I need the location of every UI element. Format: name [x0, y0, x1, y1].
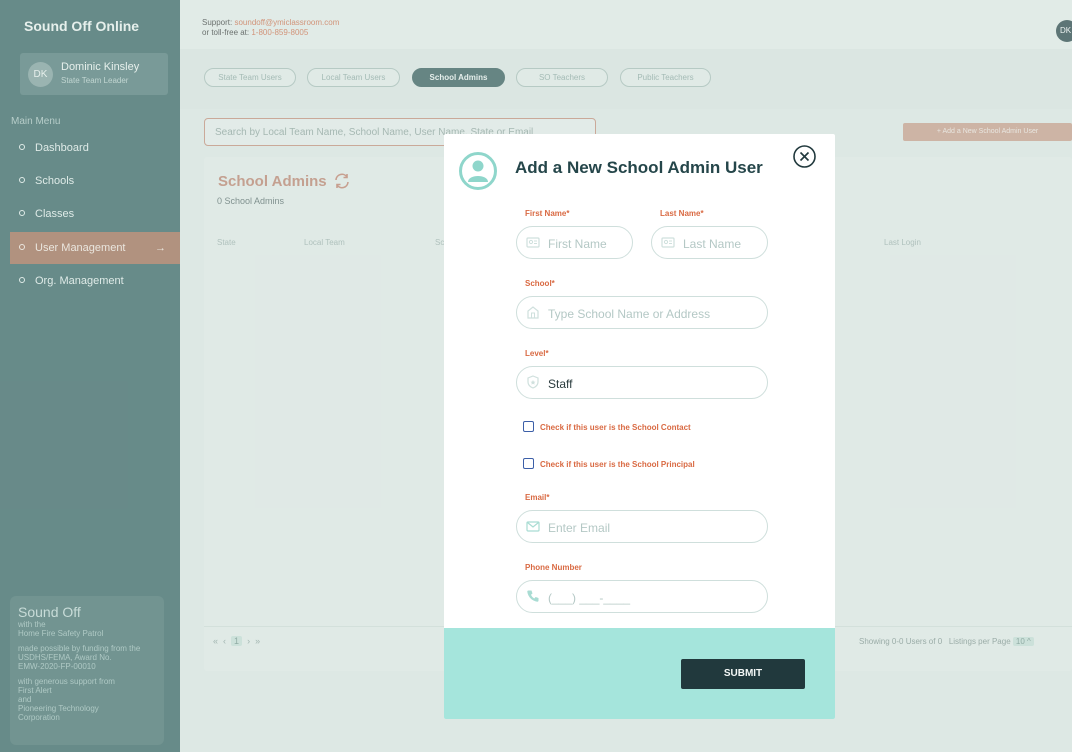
submit-button[interactable]: SUBMIT — [681, 659, 805, 689]
school-placeholder: Type School Name or Address — [548, 307, 711, 321]
email-placeholder: Enter Email — [548, 521, 611, 535]
shield-icon — [527, 375, 539, 389]
user-icon — [459, 152, 497, 190]
first-name-field[interactable]: First Name — [516, 226, 633, 259]
first-name-label: First Name* — [525, 209, 570, 218]
last-name-label: Last Name* — [660, 209, 704, 218]
phone-field[interactable]: (___) ___-____ — [516, 580, 768, 613]
phone-placeholder: (___) ___-____ — [548, 591, 631, 605]
email-label: Email* — [525, 493, 550, 502]
last-name-field[interactable]: Last Name — [651, 226, 768, 259]
last-name-placeholder: Last Name — [683, 237, 742, 251]
school-contact-label[interactable]: Check if this user is the School Contact — [540, 423, 691, 432]
id-card-icon — [661, 237, 675, 248]
school-field[interactable]: Type School Name or Address — [516, 296, 768, 329]
close-icon[interactable] — [792, 144, 817, 169]
id-card-icon — [526, 237, 540, 248]
add-school-admin-modal: Add a New School Admin User First Name* … — [444, 134, 835, 719]
modal-footer: SUBMIT — [444, 628, 835, 719]
modal-title: Add a New School Admin User — [515, 158, 763, 177]
level-label: Level* — [525, 349, 549, 358]
school-principal-label[interactable]: Check if this user is the School Princip… — [540, 460, 695, 469]
email-field[interactable]: Enter Email — [516, 510, 768, 543]
level-select[interactable]: Staff — [516, 366, 768, 399]
first-name-placeholder: First Name — [548, 237, 607, 251]
phone-icon — [527, 590, 539, 602]
envelope-icon — [526, 521, 540, 532]
school-principal-checkbox[interactable] — [523, 458, 534, 469]
school-contact-checkbox[interactable] — [523, 421, 534, 432]
school-label: School* — [525, 279, 555, 288]
phone-label: Phone Number — [525, 563, 582, 572]
level-value: Staff — [548, 377, 573, 391]
school-building-icon — [527, 306, 539, 319]
